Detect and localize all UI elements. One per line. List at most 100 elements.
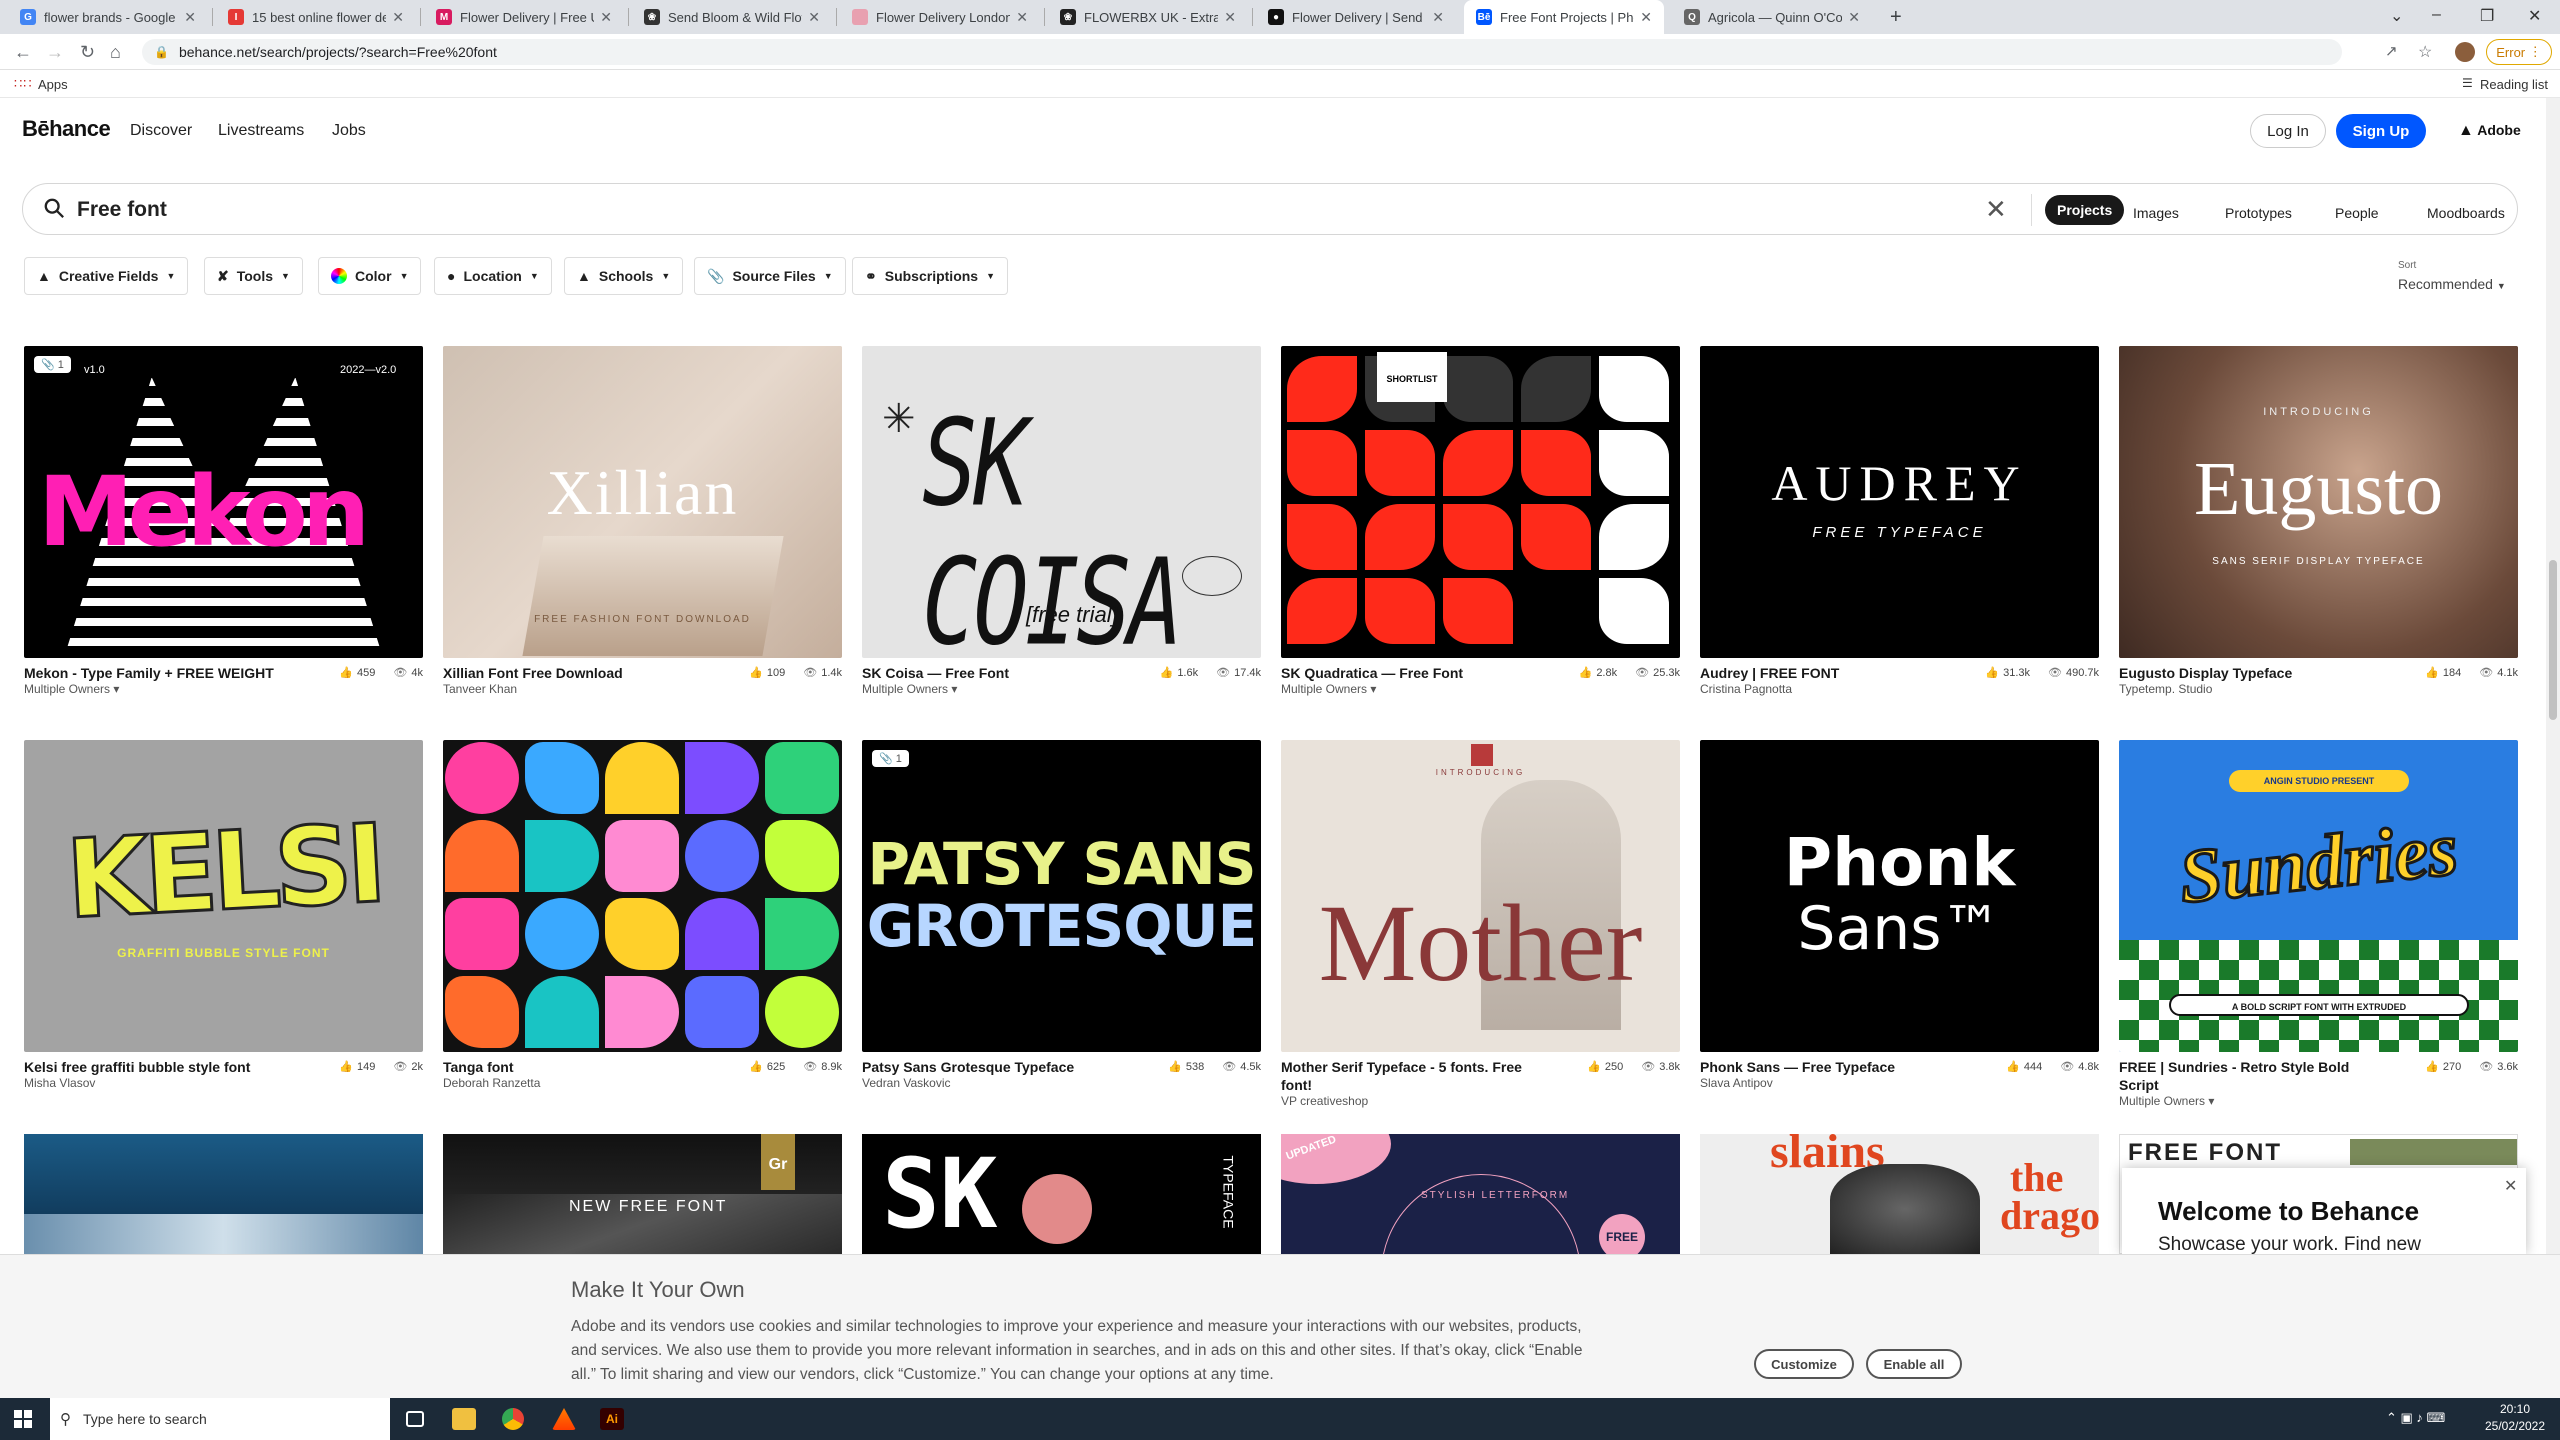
browser-tab-2[interactable]: I 15 best online flower deliv ✕ <box>216 0 416 34</box>
signup-button[interactable]: Sign Up <box>2336 114 2426 148</box>
project-card[interactable]: SHORTLIST SK Quadratica — Free Font Mult… <box>1281 346 1680 704</box>
filter-creative-fields[interactable]: ▲ Creative Fields ▼ <box>24 257 189 295</box>
reading-list-icon[interactable]: ☰ <box>2462 76 2473 90</box>
project-title[interactable]: Eugusto Display Typeface <box>2119 664 2389 682</box>
project-title[interactable]: Kelsi free graffiti bubble style font <box>24 1058 294 1076</box>
project-thumbnail[interactable]: ANGIN STUDIO PRESENT Sundries A BOLD SCR… <box>2119 740 2518 1052</box>
project-title[interactable]: Mekon - Type Family + FREE WEIGHT <box>24 664 294 682</box>
sort-dropdown[interactable]: Recommended ▼ <box>2398 276 2506 292</box>
project-card[interactable]: Phonk Sans™ Phonk Sans — Free Typeface S… <box>1700 740 2099 1098</box>
system-tray-icons[interactable]: ⌃ ▣ ♪ ⌨ <box>2386 1410 2445 1426</box>
project-owner[interactable]: Multiple Owners ▾ <box>24 682 119 696</box>
browser-tab-8[interactable]: Bē Free Font Projects | Photos ✕ <box>1464 0 1664 34</box>
behance-logo[interactable]: Bēhance <box>22 116 111 142</box>
project-owner[interactable]: VP creativeshop <box>1281 1094 1368 1108</box>
project-owner[interactable]: Vedran Vaskovic <box>862 1076 951 1090</box>
share-icon[interactable]: ↗ <box>2385 42 2398 60</box>
search-tab-projects[interactable]: Projects <box>2045 195 2125 225</box>
new-tab-button[interactable]: + <box>1890 6 1902 29</box>
minimize-icon[interactable]: – <box>2432 6 2441 24</box>
tab-close-icon[interactable]: ✕ <box>392 9 404 26</box>
customize-button[interactable]: Customize <box>1754 1349 1854 1379</box>
project-owner[interactable]: Misha Vlasov <box>24 1076 95 1090</box>
project-card[interactable]: Mekon v1.0 2022—v2.0 📎 1 Mekon - Type Fa… <box>24 346 423 704</box>
tab-close-icon[interactable]: ✕ <box>1640 9 1652 26</box>
filter-schools[interactable]: ▲ Schools ▼ <box>564 257 684 295</box>
address-bar[interactable]: 🔒 behance.net/search/projects/?search=Fr… <box>142 39 2342 65</box>
illustrator-icon[interactable]: Ai <box>600 1408 624 1430</box>
close-icon[interactable]: ✕ <box>2504 1176 2517 1196</box>
project-card[interactable]: Xillian FREE FASHION FONT DOWNLOAD Xilli… <box>443 346 842 704</box>
project-owner[interactable]: Multiple Owners ▾ <box>862 682 957 696</box>
project-thumbnail[interactable] <box>443 740 842 1052</box>
nav-jobs[interactable]: Jobs <box>332 122 366 140</box>
project-thumbnail[interactable]: AUDREY FREE TYPEFACE <box>1700 346 2099 658</box>
project-card[interactable]: ANGIN STUDIO PRESENT Sundries A BOLD SCR… <box>2119 740 2518 1108</box>
tab-close-icon[interactable]: ✕ <box>600 9 612 26</box>
project-title[interactable]: Audrey | FREE FONT <box>1700 664 1970 682</box>
project-owner[interactable]: Deborah Ranzetta <box>443 1076 540 1090</box>
search-tab-images[interactable]: Images <box>2121 198 2191 228</box>
windows-start-icon[interactable] <box>14 1410 32 1428</box>
project-owner[interactable]: Typetemp. Studio <box>2119 682 2212 696</box>
project-owner[interactable]: Tanveer Khan <box>443 682 517 696</box>
project-thumbnail[interactable]: PATSY SANS GROTESQUE 📎 1 <box>862 740 1261 1052</box>
filter-tools[interactable]: ✘ Tools ▼ <box>204 257 303 295</box>
close-window-icon[interactable]: ✕ <box>2528 6 2541 26</box>
filter-source-files[interactable]: 📎 Source Files ▼ <box>694 257 846 295</box>
browser-tab-4[interactable]: ❀ Send Bloom & Wild Flowe ✕ <box>632 0 832 34</box>
project-card[interactable]: KELSI GRAFFITI BUBBLE STYLE FONT Kelsi f… <box>24 740 423 1098</box>
scrollbar-thumb[interactable] <box>2549 560 2557 720</box>
profile-avatar[interactable] <box>2455 42 2475 62</box>
filter-location[interactable]: ● Location ▼ <box>434 257 552 295</box>
filter-color[interactable]: Color ▼ <box>318 257 422 295</box>
project-title[interactable]: SK Coisa — Free Font <box>862 664 1132 682</box>
tab-close-icon[interactable]: ✕ <box>1016 9 1028 26</box>
project-card[interactable]: ✳ SK COISA [free trial] SK Coisa — Free … <box>862 346 1261 704</box>
project-owner[interactable]: Slava Antipov <box>1700 1076 1773 1090</box>
browser-tab-7[interactable]: ● Flower Delivery | Send Flo ✕ <box>1256 0 1456 34</box>
taskbar-clock[interactable]: 20:10 25/02/2022 <box>2480 1401 2550 1435</box>
browser-tab-3[interactable]: M Flower Delivery | Free UK D ✕ <box>424 0 624 34</box>
apps-bookmark[interactable]: Apps <box>38 77 68 92</box>
project-title[interactable]: Patsy Sans Grotesque Typeface <box>862 1058 1132 1076</box>
search-tab-people[interactable]: People <box>2323 198 2391 228</box>
project-title[interactable]: Mother Serif Typeface - 5 fonts. Free fo… <box>1281 1058 1551 1094</box>
project-card[interactable]: PATSY SANS GROTESQUE 📎 1 Patsy Sans Grot… <box>862 740 1261 1098</box>
chrome-icon[interactable] <box>502 1408 524 1430</box>
project-thumbnail[interactable]: INTRODUCING Eugusto SANS SERIF DISPLAY T… <box>2119 346 2518 658</box>
browser-tab-9[interactable]: Q Agricola — Quinn O'Conne ✕ <box>1672 0 1872 34</box>
apps-grid-icon[interactable]: ∷∷ <box>14 76 33 92</box>
project-thumb-row3-5[interactable]: slains the drago <box>1700 1134 2099 1254</box>
home-icon[interactable]: ⌂ <box>110 42 121 63</box>
project-title[interactable]: FREE | Sundries - Retro Style Bold Scrip… <box>2119 1058 2389 1094</box>
tab-search-icon[interactable]: ⌄ <box>2390 6 2403 26</box>
project-thumb-row3-1[interactable] <box>24 1134 423 1254</box>
project-card[interactable]: Tanga font Deborah Ranzetta 👍 625 👁 8.9k <box>443 740 842 1098</box>
project-thumbnail[interactable]: ✳ SK COISA [free trial] <box>862 346 1261 658</box>
project-thumbnail[interactable]: Xillian FREE FASHION FONT DOWNLOAD <box>443 346 842 658</box>
login-button[interactable]: Log In <box>2250 114 2326 148</box>
project-thumbnail[interactable]: SHORTLIST <box>1281 346 1680 658</box>
project-thumbnail[interactable]: KELSI GRAFFITI BUBBLE STYLE FONT <box>24 740 423 1052</box>
tab-close-icon[interactable]: ✕ <box>1848 9 1860 26</box>
project-card[interactable]: INTRODUCING Eugusto SANS SERIF DISPLAY T… <box>2119 346 2518 704</box>
project-title[interactable]: SK Quadratica — Free Font <box>1281 664 1551 682</box>
filter-subscriptions[interactable]: ⚭ Subscriptions ▼ <box>852 257 1009 295</box>
project-owner[interactable]: Cristina Pagnotta <box>1700 682 1792 696</box>
app-icon[interactable] <box>552 1408 576 1430</box>
project-owner[interactable]: Multiple Owners ▾ <box>1281 682 1376 696</box>
tab-close-icon[interactable]: ✕ <box>1432 9 1444 26</box>
project-title[interactable]: Xillian Font Free Download <box>443 664 713 682</box>
project-thumb-row3-3[interactable]: SK TYPEFACE <box>862 1134 1261 1254</box>
project-card[interactable]: AUDREY FREE TYPEFACE Audrey | FREE FONT … <box>1700 346 2099 704</box>
forward-icon[interactable]: → <box>46 42 64 63</box>
nav-discover[interactable]: Discover <box>130 122 192 140</box>
tab-close-icon[interactable]: ✕ <box>184 9 196 26</box>
bookmark-star-icon[interactable]: ☆ <box>2418 42 2432 62</box>
nav-livestreams[interactable]: Livestreams <box>218 122 304 140</box>
browser-tab-1[interactable]: Gflower brands - Google Sea ✕ <box>8 0 208 34</box>
search-input[interactable]: Free font <box>77 198 167 222</box>
project-card[interactable]: INTRODUCING Mother Mother Serif Typeface… <box>1281 740 1680 1108</box>
back-icon[interactable]: ← <box>14 42 32 63</box>
